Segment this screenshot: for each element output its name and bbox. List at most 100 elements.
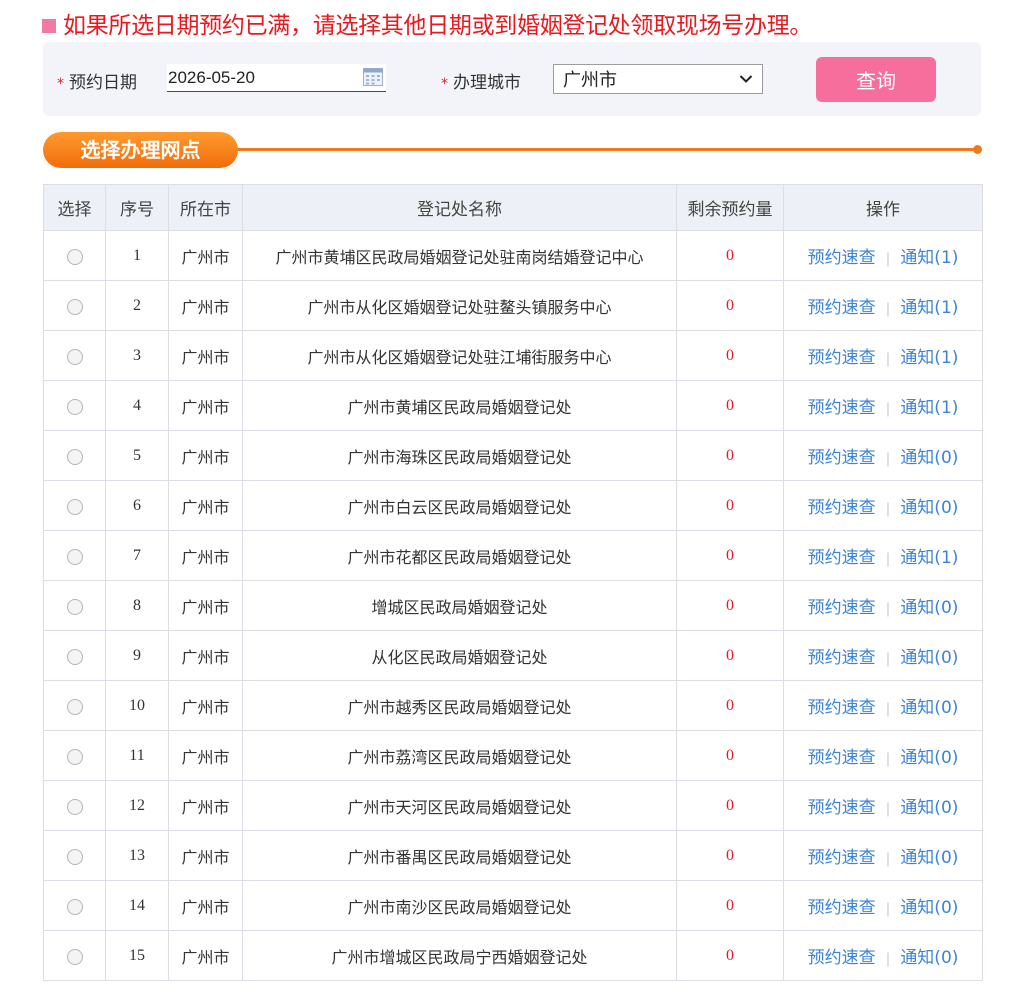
select-cell — [43, 480, 106, 531]
calendar-icon[interactable] — [363, 67, 383, 86]
notice-link[interactable]: 通知(1) — [900, 248, 958, 268]
section-title: 选择办理网点 — [43, 132, 238, 168]
row-actions: 预约速查 | 通知(0) — [783, 830, 983, 881]
office-radio[interactable] — [66, 698, 83, 715]
select-cell — [43, 330, 106, 381]
row-office-name: 广州市黄埔区民政局婚姻登记处驻南岗结婚登记中心 — [242, 230, 677, 281]
appointment-date-input[interactable] — [167, 64, 386, 92]
quick-check-link[interactable]: 预约速查 — [808, 498, 876, 518]
notice-link[interactable]: 通知(1) — [900, 548, 958, 568]
row-number: 4 — [105, 380, 169, 431]
office-radio[interactable] — [66, 798, 83, 815]
row-remaining: 0 — [676, 780, 784, 831]
notice-link[interactable]: 通知(0) — [900, 598, 958, 618]
row-remaining: 0 — [676, 530, 784, 581]
office-radio[interactable] — [66, 548, 83, 565]
row-number: 1 — [105, 230, 169, 281]
city-select-value: 广州市 — [563, 70, 617, 91]
row-office-name: 广州市南沙区民政局婚姻登记处 — [242, 880, 677, 931]
row-office-name: 广州市番禺区民政局婚姻登记处 — [242, 830, 677, 881]
filter-bar: * 预约日期 * 办理城市 广州市 查询 — [43, 42, 981, 116]
office-radio[interactable] — [66, 848, 83, 865]
row-office-name: 广州市从化区婚姻登记处驻鳌头镇服务中心 — [242, 280, 677, 331]
select-cell — [43, 530, 106, 581]
row-city: 广州市 — [168, 680, 243, 731]
query-button[interactable]: 查询 — [816, 57, 936, 102]
office-radio[interactable] — [66, 748, 83, 765]
office-radio[interactable] — [66, 598, 83, 615]
office-radio[interactable] — [66, 298, 83, 315]
appointment-page: 如果所选日期预约已满，请选择其他日期或到婚姻登记处领取现场号办理。 * 预约日期 … — [0, 0, 1020, 993]
row-city: 广州市 — [168, 580, 243, 631]
office-radio[interactable] — [66, 948, 83, 965]
notice-link[interactable]: 通知(0) — [900, 948, 958, 968]
quick-check-link[interactable]: 预约速查 — [808, 748, 876, 768]
office-radio[interactable] — [66, 498, 83, 515]
table-row: 14 广州市 广州市南沙区民政局婚姻登记处 0 预约速查 | 通知(0) — [43, 880, 983, 931]
action-separator: | — [885, 401, 891, 417]
quick-check-link[interactable]: 预约速查 — [808, 398, 876, 418]
chevron-down-icon — [739, 75, 753, 83]
row-city: 广州市 — [168, 930, 243, 981]
row-actions: 预约速查 | 通知(0) — [783, 680, 983, 731]
full-booking-notice: 如果所选日期预约已满，请选择其他日期或到婚姻登记处领取现场号办理。 — [42, 10, 812, 42]
office-radio[interactable] — [66, 648, 83, 665]
row-city: 广州市 — [168, 780, 243, 831]
quick-check-link[interactable]: 预约速查 — [808, 898, 876, 918]
notice-link[interactable]: 通知(0) — [900, 748, 958, 768]
row-remaining: 0 — [676, 380, 784, 431]
action-separator: | — [885, 901, 891, 917]
row-remaining: 0 — [676, 480, 784, 531]
quick-check-link[interactable]: 预约速查 — [808, 248, 876, 268]
office-radio[interactable] — [66, 348, 83, 365]
quick-check-link[interactable]: 预约速查 — [808, 598, 876, 618]
row-city: 广州市 — [168, 230, 243, 281]
quick-check-link[interactable]: 预约速查 — [808, 648, 876, 668]
quick-check-link[interactable]: 预约速查 — [808, 948, 876, 968]
quick-check-link[interactable]: 预约速查 — [808, 798, 876, 818]
office-radio[interactable] — [66, 898, 83, 915]
table-body: 1 广州市 广州市黄埔区民政局婚姻登记处驻南岗结婚登记中心 0 预约速查 | 通知(1) 2 广… — [43, 230, 983, 981]
notice-link[interactable]: 通知(1) — [900, 348, 958, 368]
action-separator: | — [885, 701, 891, 717]
row-actions: 预约速查 | 通知(0) — [783, 880, 983, 931]
table-row: 9 广州市 从化区民政局婚姻登记处 0 预约速查 | 通知(0) — [43, 630, 983, 681]
quick-check-link[interactable]: 预约速查 — [808, 548, 876, 568]
notice-link[interactable]: 通知(0) — [900, 648, 958, 668]
city-field-label: * 办理城市 — [441, 68, 521, 93]
select-cell — [43, 230, 106, 281]
action-separator: | — [885, 951, 891, 967]
select-cell — [43, 430, 106, 481]
office-radio[interactable] — [66, 248, 83, 265]
header-select: 选择 — [43, 184, 106, 231]
notice-link[interactable]: 通知(1) — [900, 298, 958, 318]
row-remaining: 0 — [676, 230, 784, 281]
notice-link[interactable]: 通知(1) — [900, 398, 958, 418]
row-number: 12 — [105, 780, 169, 831]
table-row: 4 广州市 广州市黄埔区民政局婚姻登记处 0 预约速查 | 通知(1) — [43, 380, 983, 431]
quick-check-link[interactable]: 预约速查 — [808, 448, 876, 468]
notice-link[interactable]: 通知(0) — [900, 498, 958, 518]
quick-check-link[interactable]: 预约速查 — [808, 698, 876, 718]
quick-check-link[interactable]: 预约速查 — [808, 348, 876, 368]
quick-check-link[interactable]: 预约速查 — [808, 848, 876, 868]
select-cell — [43, 880, 106, 931]
quick-check-link[interactable]: 预约速查 — [808, 298, 876, 318]
city-select[interactable]: 广州市 — [553, 64, 763, 94]
table-row: 3 广州市 广州市从化区婚姻登记处驻江埔街服务中心 0 预约速查 | 通知(1) — [43, 330, 983, 381]
select-cell — [43, 830, 106, 881]
row-remaining: 0 — [676, 330, 784, 381]
notice-link[interactable]: 通知(0) — [900, 698, 958, 718]
office-radio[interactable] — [66, 398, 83, 415]
row-city: 广州市 — [168, 480, 243, 531]
notice-link[interactable]: 通知(0) — [900, 898, 958, 918]
action-separator: | — [885, 551, 891, 567]
row-number: 10 — [105, 680, 169, 731]
notice-link[interactable]: 通知(0) — [900, 448, 958, 468]
notice-link[interactable]: 通知(0) — [900, 798, 958, 818]
office-radio[interactable] — [66, 448, 83, 465]
table-row: 6 广州市 广州市白云区民政局婚姻登记处 0 预约速查 | 通知(0) — [43, 480, 983, 531]
notice-link[interactable]: 通知(0) — [900, 848, 958, 868]
row-office-name: 广州市荔湾区民政局婚姻登记处 — [242, 730, 677, 781]
header-number: 序号 — [105, 184, 169, 231]
